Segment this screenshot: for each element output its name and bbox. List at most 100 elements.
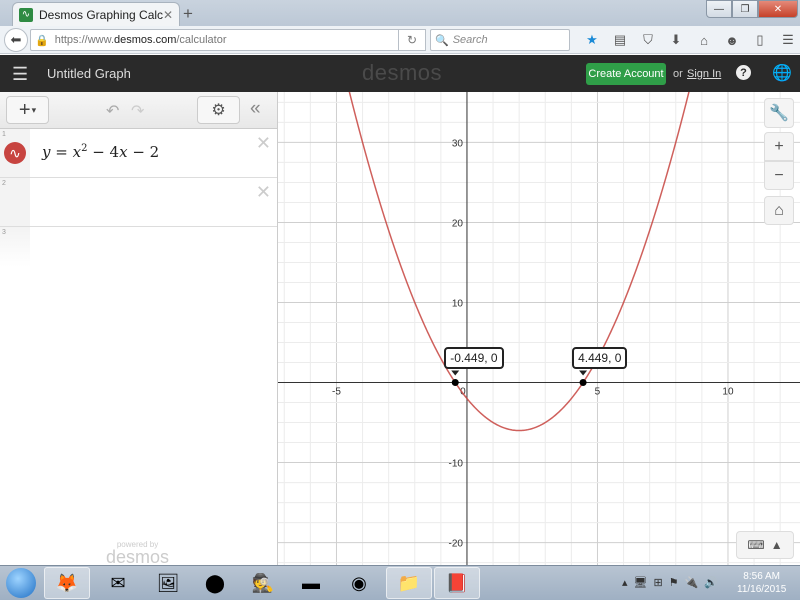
flag-icon[interactable]: ⚑ <box>669 576 679 589</box>
expression-toolbar: + ▾ ↶ ↷ ⚙ « <box>0 92 277 129</box>
x-tick-label: 10 <box>722 387 734 398</box>
settings-button[interactable]: ⚙ <box>197 96 240 124</box>
term-1: − 4 <box>87 143 120 161</box>
maximize-button[interactable]: ❐ <box>732 0 758 18</box>
network-icon[interactable]: 🖥 <box>634 576 648 589</box>
windows-taskbar: 🦊 ✉ 🖼 ⬤ 🕵 ▬ ◉ 📁 📕 ▴ 🖥 ⊞ ⚑ 🔌 🔊 8:56 AM 11… <box>0 565 800 600</box>
caret-up-icon: ▲ <box>770 538 783 552</box>
back-button[interactable]: ⬅ <box>4 28 28 52</box>
graph-color-toggle-icon[interactable]: ∿ <box>4 142 26 164</box>
url-bar[interactable]: 🔒 https://www.desmos.com/calculator ▼ <box>30 29 425 51</box>
expression-index: 2 <box>2 180 6 187</box>
term-2: − 2 <box>127 143 160 161</box>
browser-nav-bar: ⬅ 🔒 https://www.desmos.com/calculator ▼ … <box>0 26 800 54</box>
reload-button[interactable]: ↻ <box>398 29 426 51</box>
y-tick-label: 10 <box>452 298 464 309</box>
point-label-pointer <box>451 370 460 376</box>
x-tick-label: -5 <box>332 387 341 398</box>
default-viewport-button[interactable]: ⌂ <box>764 196 794 225</box>
reload-icon: ↻ <box>406 33 418 47</box>
y-tick-label: 20 <box>452 218 464 229</box>
y-tick-label: 30 <box>452 138 464 149</box>
delete-expression-icon[interactable]: ✕ <box>256 182 271 203</box>
thunderbird-icon[interactable]: ✉ <box>95 567 141 599</box>
pdf-icon[interactable]: 📕 <box>434 567 480 599</box>
download-icon[interactable]: ⬇ <box>662 30 690 50</box>
hamburger-menu-icon[interactable]: ☰ <box>12 64 28 85</box>
point-label[interactable]: -0.449, 0 <box>444 346 504 369</box>
new-tab-button[interactable]: + <box>183 4 193 24</box>
browser-tab[interactable]: ∿ Desmos Graphing Calculator ✕ <box>12 2 180 26</box>
redo-icon[interactable]: ↷ <box>131 101 144 121</box>
chat-icon[interactable]: ☻ <box>718 30 746 50</box>
power-icon[interactable]: 🔌 <box>685 576 699 589</box>
help-icon[interactable]: ? <box>736 65 751 80</box>
x-tick-label: 5 <box>595 387 601 398</box>
explorer-icon[interactable]: 📁 <box>386 567 432 599</box>
clock[interactable]: 8:56 AM 11/16/2015 <box>737 570 786 596</box>
photos-icon[interactable]: 🖼 <box>145 567 191 599</box>
pocket-icon[interactable]: ⛉ <box>634 30 662 50</box>
start-button[interactable] <box>6 568 36 598</box>
system-tray: ▴ 🖥 ⊞ ⚑ 🔌 🔊 <box>622 576 718 589</box>
clock-time: 8:56 AM <box>743 571 780 582</box>
url-prefix: https://www. <box>54 34 114 46</box>
expression-panel: + ▾ ↶ ↷ ⚙ « 1 ∿ y = x2 − 4x − 2 ✕ 2 ✕ 3 p… <box>0 92 278 567</box>
graph-title[interactable]: Untitled Graph <box>47 66 131 81</box>
point-label-pointer <box>579 370 588 376</box>
menu-icon[interactable]: ☰ <box>774 30 800 50</box>
graph-svg: -5 0 5 10302010-10-20 <box>278 92 800 565</box>
zoom-in-button[interactable]: + <box>764 132 794 161</box>
x-var: x <box>72 143 82 161</box>
powered-by-logo: desmos <box>106 547 170 567</box>
url-domain: desmos.com <box>114 34 177 46</box>
reading-list-icon[interactable]: ▤ <box>606 30 634 50</box>
extension-k-icon[interactable]: ▯ <box>746 30 774 50</box>
cmd-icon[interactable]: ▬ <box>288 567 334 599</box>
clock-date: 11/16/2015 <box>737 584 787 595</box>
create-account-button[interactable]: Create Account <box>586 63 666 85</box>
minimize-button[interactable]: — <box>706 0 732 18</box>
x-intercept-point <box>451 379 459 387</box>
x-var-2: x <box>119 143 128 161</box>
x-intercept-point <box>579 379 587 387</box>
sign-in-link[interactable]: Sign In <box>687 68 721 80</box>
tab-title: Desmos Graphing Calculator <box>39 7 163 22</box>
app-blue-icon[interactable]: ⬤ <box>192 567 238 599</box>
minus-icon: − <box>774 166 784 184</box>
windows-icon[interactable]: ⊞ <box>654 576 663 589</box>
chrome-icon[interactable]: ◉ <box>336 567 382 599</box>
home-icon[interactable]: ⌂ <box>690 30 718 50</box>
expression-input[interactable]: y = x2 − 4x − 2 <box>42 143 159 161</box>
globe-icon[interactable]: 🌐 <box>772 63 792 83</box>
graph-settings-button[interactable]: 🔧 <box>764 98 794 128</box>
plus-icon: + <box>774 137 784 155</box>
expression-row[interactable]: 2 ✕ <box>0 178 277 227</box>
delete-expression-icon[interactable]: ✕ <box>256 133 271 154</box>
expression-row[interactable]: 1 ∿ y = x2 − 4x − 2 ✕ <box>0 129 277 178</box>
lock-icon: 🔒 <box>35 34 49 47</box>
y-tick-label: -20 <box>449 539 464 550</box>
add-item-button[interactable]: + ▾ <box>6 96 49 124</box>
close-window-button[interactable]: ✕ <box>758 0 798 18</box>
keypad-toggle-button[interactable]: ⌨ ▲ <box>736 531 794 559</box>
graph-paper[interactable]: -5 0 5 10 30 20 10 -10 -20 🔧 + − ⌂ ⌨ ▲ -0.449, 0 … <box>278 92 800 565</box>
y-tick-label: -10 <box>449 459 464 470</box>
zoom-out-button[interactable]: − <box>764 161 794 190</box>
tray-expand-icon[interactable]: ▴ <box>622 576 628 589</box>
desmos-logo: desmos <box>362 60 443 85</box>
collapse-panel-icon[interactable]: « <box>250 98 261 120</box>
firefox-icon[interactable]: 🦊 <box>44 567 90 599</box>
desmos-favicon-icon: ∿ <box>19 7 33 22</box>
spy-icon[interactable]: 🕵 <box>240 567 286 599</box>
volume-icon[interactable]: 🔊 <box>704 576 718 589</box>
tab-close-icon[interactable]: ✕ <box>163 8 173 22</box>
caret-down-icon: ▾ <box>31 104 37 115</box>
search-input[interactable]: 🔍 Search <box>430 29 570 51</box>
equals: = <box>50 143 73 161</box>
star-icon[interactable]: ★ <box>578 30 606 50</box>
expression-row[interactable]: 3 <box>0 227 277 267</box>
undo-icon[interactable]: ↶ <box>106 101 119 121</box>
browser-tab-strip: ∿ Desmos Graphing Calculator ✕ + — ❐ ✕ <box>0 0 800 26</box>
point-label[interactable]: 4.449, 0 <box>572 346 628 369</box>
